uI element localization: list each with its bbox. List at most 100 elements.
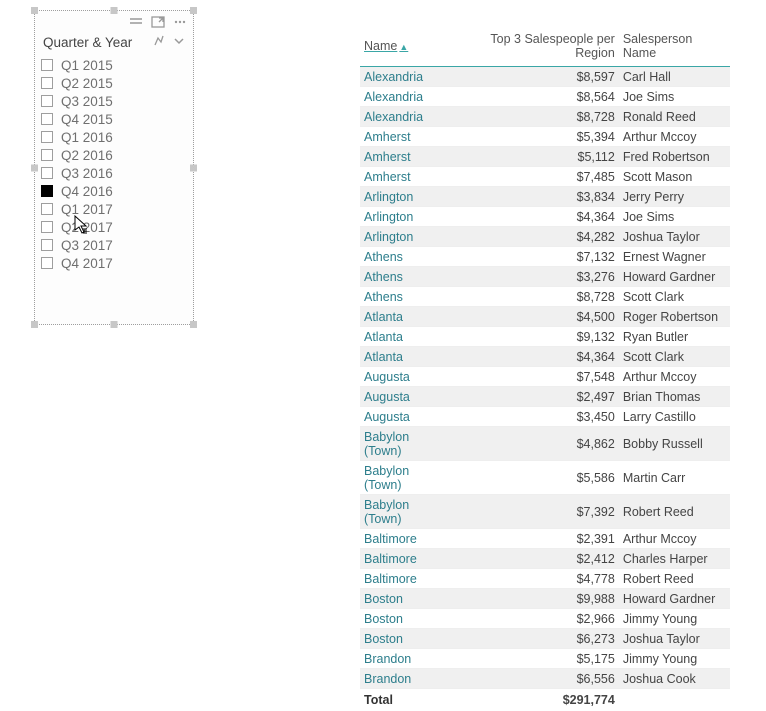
slicer-item[interactable]: Q3 2016: [41, 164, 187, 182]
slicer-item[interactable]: Q3 2015: [41, 92, 187, 110]
checkbox-icon[interactable]: [41, 59, 53, 71]
table-row[interactable]: Alexandria$8,728Ronald Reed: [360, 107, 730, 127]
table-row[interactable]: Boston$2,966Jimmy Young: [360, 609, 730, 629]
resize-handle[interactable]: [190, 321, 197, 328]
table-row[interactable]: Arlington$4,364Joe Sims: [360, 207, 730, 227]
table-row[interactable]: Brandon$5,175Jimmy Young: [360, 649, 730, 669]
table-row[interactable]: Boston$9,988Howard Gardner: [360, 589, 730, 609]
table-row[interactable]: Athens$8,728Scott Clark: [360, 287, 730, 307]
slicer-item[interactable]: Q3 2017: [41, 236, 187, 254]
table-row[interactable]: Baltimore$2,412Charles Harper: [360, 549, 730, 569]
slicer-item-label: Q3 2016: [61, 166, 113, 181]
slicer-item-label: Q1 2015: [61, 58, 113, 73]
resize-handle[interactable]: [31, 164, 38, 171]
resize-handle[interactable]: [31, 7, 38, 14]
column-header-label: Top 3 Salespeople per Region: [490, 32, 614, 60]
checkbox-icon[interactable]: [41, 113, 53, 125]
cell-person: Scott Clark: [619, 347, 730, 367]
slicer-item-label: Q1 2016: [61, 130, 113, 145]
slicer-item[interactable]: Q1 2016: [41, 128, 187, 146]
slicer-item-label: Q4 2015: [61, 112, 113, 127]
resize-handle[interactable]: [31, 321, 38, 328]
cell-metric: $5,586: [452, 461, 619, 495]
slicer-quarter-year[interactable]: Quarter & Year Q1 2015Q2 2015Q3 2015Q4 2…: [34, 10, 194, 325]
drag-handle-icon[interactable]: [129, 17, 143, 27]
slicer-item[interactable]: Q1 2017: [41, 200, 187, 218]
more-options-icon[interactable]: [173, 17, 187, 27]
table-row[interactable]: Atlanta$4,500Roger Robertson: [360, 307, 730, 327]
slicer-toolbar: [35, 11, 193, 31]
table-row[interactable]: Babylon (Town)$5,586Martin Carr: [360, 461, 730, 495]
resize-handle[interactable]: [111, 321, 118, 328]
slicer-item[interactable]: Q4 2017: [41, 254, 187, 272]
cell-person: Joshua Taylor: [619, 629, 730, 649]
cell-person: Scott Clark: [619, 287, 730, 307]
resize-handle[interactable]: [190, 7, 197, 14]
table-row[interactable]: Alexandria$8,597Carl Hall: [360, 67, 730, 87]
slicer-item[interactable]: Q2 2016: [41, 146, 187, 164]
cell-name: Boston: [360, 589, 452, 609]
cell-person: Robert Reed: [619, 569, 730, 589]
cell-metric: $9,132: [452, 327, 619, 347]
slicer-item[interactable]: Q4 2016: [41, 182, 187, 200]
focus-mode-icon[interactable]: [151, 16, 165, 28]
clear-selections-icon[interactable]: [153, 35, 165, 50]
table-row[interactable]: Athens$3,276Howard Gardner: [360, 267, 730, 287]
resize-handle[interactable]: [111, 7, 118, 14]
slicer-item[interactable]: Q2 2017: [41, 218, 187, 236]
cell-person: Brian Thomas: [619, 387, 730, 407]
table-row[interactable]: Baltimore$2,391Arthur Mccoy: [360, 529, 730, 549]
table-row[interactable]: Athens$7,132Ernest Wagner: [360, 247, 730, 267]
table-row[interactable]: Amherst$5,394Arthur Mccoy: [360, 127, 730, 147]
checkbox-icon[interactable]: [41, 239, 53, 251]
table-row[interactable]: Babylon (Town)$7,392Robert Reed: [360, 495, 730, 529]
cell-name: Alexandria: [360, 67, 452, 87]
cell-metric: $4,364: [452, 347, 619, 367]
checkbox-icon[interactable]: [41, 257, 53, 269]
slicer-item[interactable]: Q1 2015: [41, 56, 187, 74]
checkbox-icon[interactable]: [41, 203, 53, 215]
table-row[interactable]: Augusta$7,548Arthur Mccoy: [360, 367, 730, 387]
cell-metric: $6,273: [452, 629, 619, 649]
resize-handle[interactable]: [190, 164, 197, 171]
salespeople-table[interactable]: Name▲ Top 3 Salespeople per Region Sales…: [360, 28, 730, 711]
cell-metric: $2,497: [452, 387, 619, 407]
table-row[interactable]: Atlanta$4,364Scott Clark: [360, 347, 730, 367]
cell-metric: $8,728: [452, 287, 619, 307]
cell-name: Babylon (Town): [360, 461, 452, 495]
checkbox-icon[interactable]: [41, 167, 53, 179]
chevron-down-icon[interactable]: [173, 35, 185, 50]
table-row[interactable]: Amherst$5,112Fred Robertson: [360, 147, 730, 167]
table-row[interactable]: Augusta$3,450Larry Castillo: [360, 407, 730, 427]
cell-name: Amherst: [360, 147, 452, 167]
checkbox-icon[interactable]: [41, 77, 53, 89]
table-row[interactable]: Arlington$3,834Jerry Perry: [360, 187, 730, 207]
table-row[interactable]: Brandon$6,556Joshua Cook: [360, 669, 730, 689]
table-row[interactable]: Arlington$4,282Joshua Taylor: [360, 227, 730, 247]
total-label: Total: [360, 689, 452, 711]
slicer-item[interactable]: Q2 2015: [41, 74, 187, 92]
checkbox-icon[interactable]: [41, 149, 53, 161]
column-header-metric[interactable]: Top 3 Salespeople per Region: [452, 28, 619, 67]
column-header-name[interactable]: Name▲: [360, 28, 452, 67]
cell-person: Carl Hall: [619, 67, 730, 87]
column-header-person[interactable]: Salesperson Name: [619, 28, 730, 67]
table-row[interactable]: Baltimore$4,778Robert Reed: [360, 569, 730, 589]
cell-metric: $4,778: [452, 569, 619, 589]
cell-metric: $8,564: [452, 87, 619, 107]
cell-name: Boston: [360, 609, 452, 629]
cell-metric: $7,485: [452, 167, 619, 187]
slicer-item[interactable]: Q4 2015: [41, 110, 187, 128]
table-row[interactable]: Amherst$7,485Scott Mason: [360, 167, 730, 187]
table-row[interactable]: Boston$6,273Joshua Taylor: [360, 629, 730, 649]
checkbox-icon[interactable]: [41, 131, 53, 143]
table-row[interactable]: Augusta$2,497Brian Thomas: [360, 387, 730, 407]
cell-metric: $7,132: [452, 247, 619, 267]
table-row[interactable]: Atlanta$9,132Ryan Butler: [360, 327, 730, 347]
table-row[interactable]: Babylon (Town)$4,862Bobby Russell: [360, 427, 730, 461]
checkbox-icon[interactable]: [41, 95, 53, 107]
cell-person: Ryan Butler: [619, 327, 730, 347]
table-row[interactable]: Alexandria$8,564Joe Sims: [360, 87, 730, 107]
checkbox-icon[interactable]: [41, 221, 53, 233]
checkbox-icon[interactable]: [41, 185, 53, 197]
